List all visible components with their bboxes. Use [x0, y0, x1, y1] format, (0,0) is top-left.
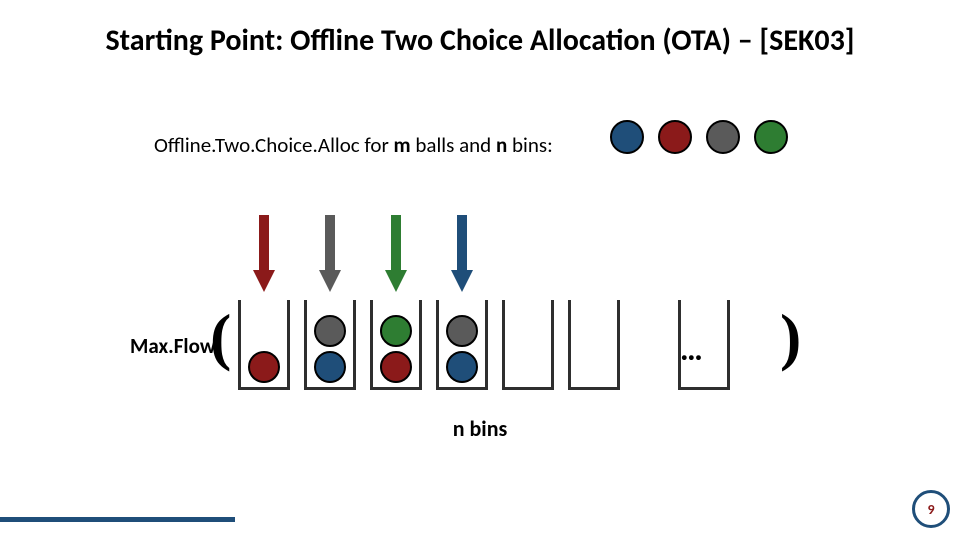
ball-icon: [446, 315, 478, 347]
arrow-slot: [238, 215, 290, 293]
down-arrow-icon: [323, 215, 337, 293]
bin: [238, 300, 290, 390]
bin: [568, 300, 620, 390]
subtitle-n: n: [496, 132, 507, 158]
ball-icon: [314, 351, 346, 383]
subtitle-pre: Offline.Two.Choice.Alloc for: [154, 132, 394, 158]
slide-title: Starting Point: Offline Two Choice Alloc…: [0, 22, 960, 59]
slide: Starting Point: Offline Two Choice Alloc…: [0, 0, 960, 540]
arrows-row: [238, 215, 488, 293]
paren-close: ): [780, 300, 801, 374]
bins-caption: n bins: [0, 415, 960, 442]
subtitle-post: bins:: [507, 132, 552, 158]
arrow-slot: [370, 215, 422, 293]
paren-open: (: [210, 300, 231, 374]
down-arrow-icon: [257, 215, 271, 293]
ball-icon: [446, 351, 478, 383]
bins-row: [238, 300, 730, 390]
subtitle-mid: balls and: [411, 132, 496, 158]
ball-icon: [248, 351, 280, 383]
ball-icon: [610, 120, 644, 154]
bin-gap: [634, 300, 664, 390]
page-number: 9: [927, 501, 934, 518]
ball-icon: [706, 120, 740, 154]
ball-icon: [380, 315, 412, 347]
subtitle-m: m: [394, 132, 411, 158]
ball-icon: [658, 120, 692, 154]
bin: [304, 300, 356, 390]
ball-icon: [754, 120, 788, 154]
ball-icon: [314, 315, 346, 347]
bin: [370, 300, 422, 390]
ellipsis: …: [680, 330, 701, 369]
page-badge-wrap: 9: [912, 486, 960, 540]
down-arrow-icon: [389, 215, 403, 293]
subtitle: Offline.Two.Choice.Alloc for m balls and…: [154, 132, 553, 158]
page-number-badge: 9: [912, 490, 950, 528]
maxflow-label: Max.Flow: [130, 333, 215, 359]
footer-rule: [0, 517, 235, 522]
down-arrow-icon: [455, 215, 469, 293]
arrow-slot: [304, 215, 356, 293]
bin: [502, 300, 554, 390]
arrow-slot: [436, 215, 488, 293]
bin: [436, 300, 488, 390]
ball-icon: [380, 351, 412, 383]
annotation-balls: [610, 120, 788, 154]
